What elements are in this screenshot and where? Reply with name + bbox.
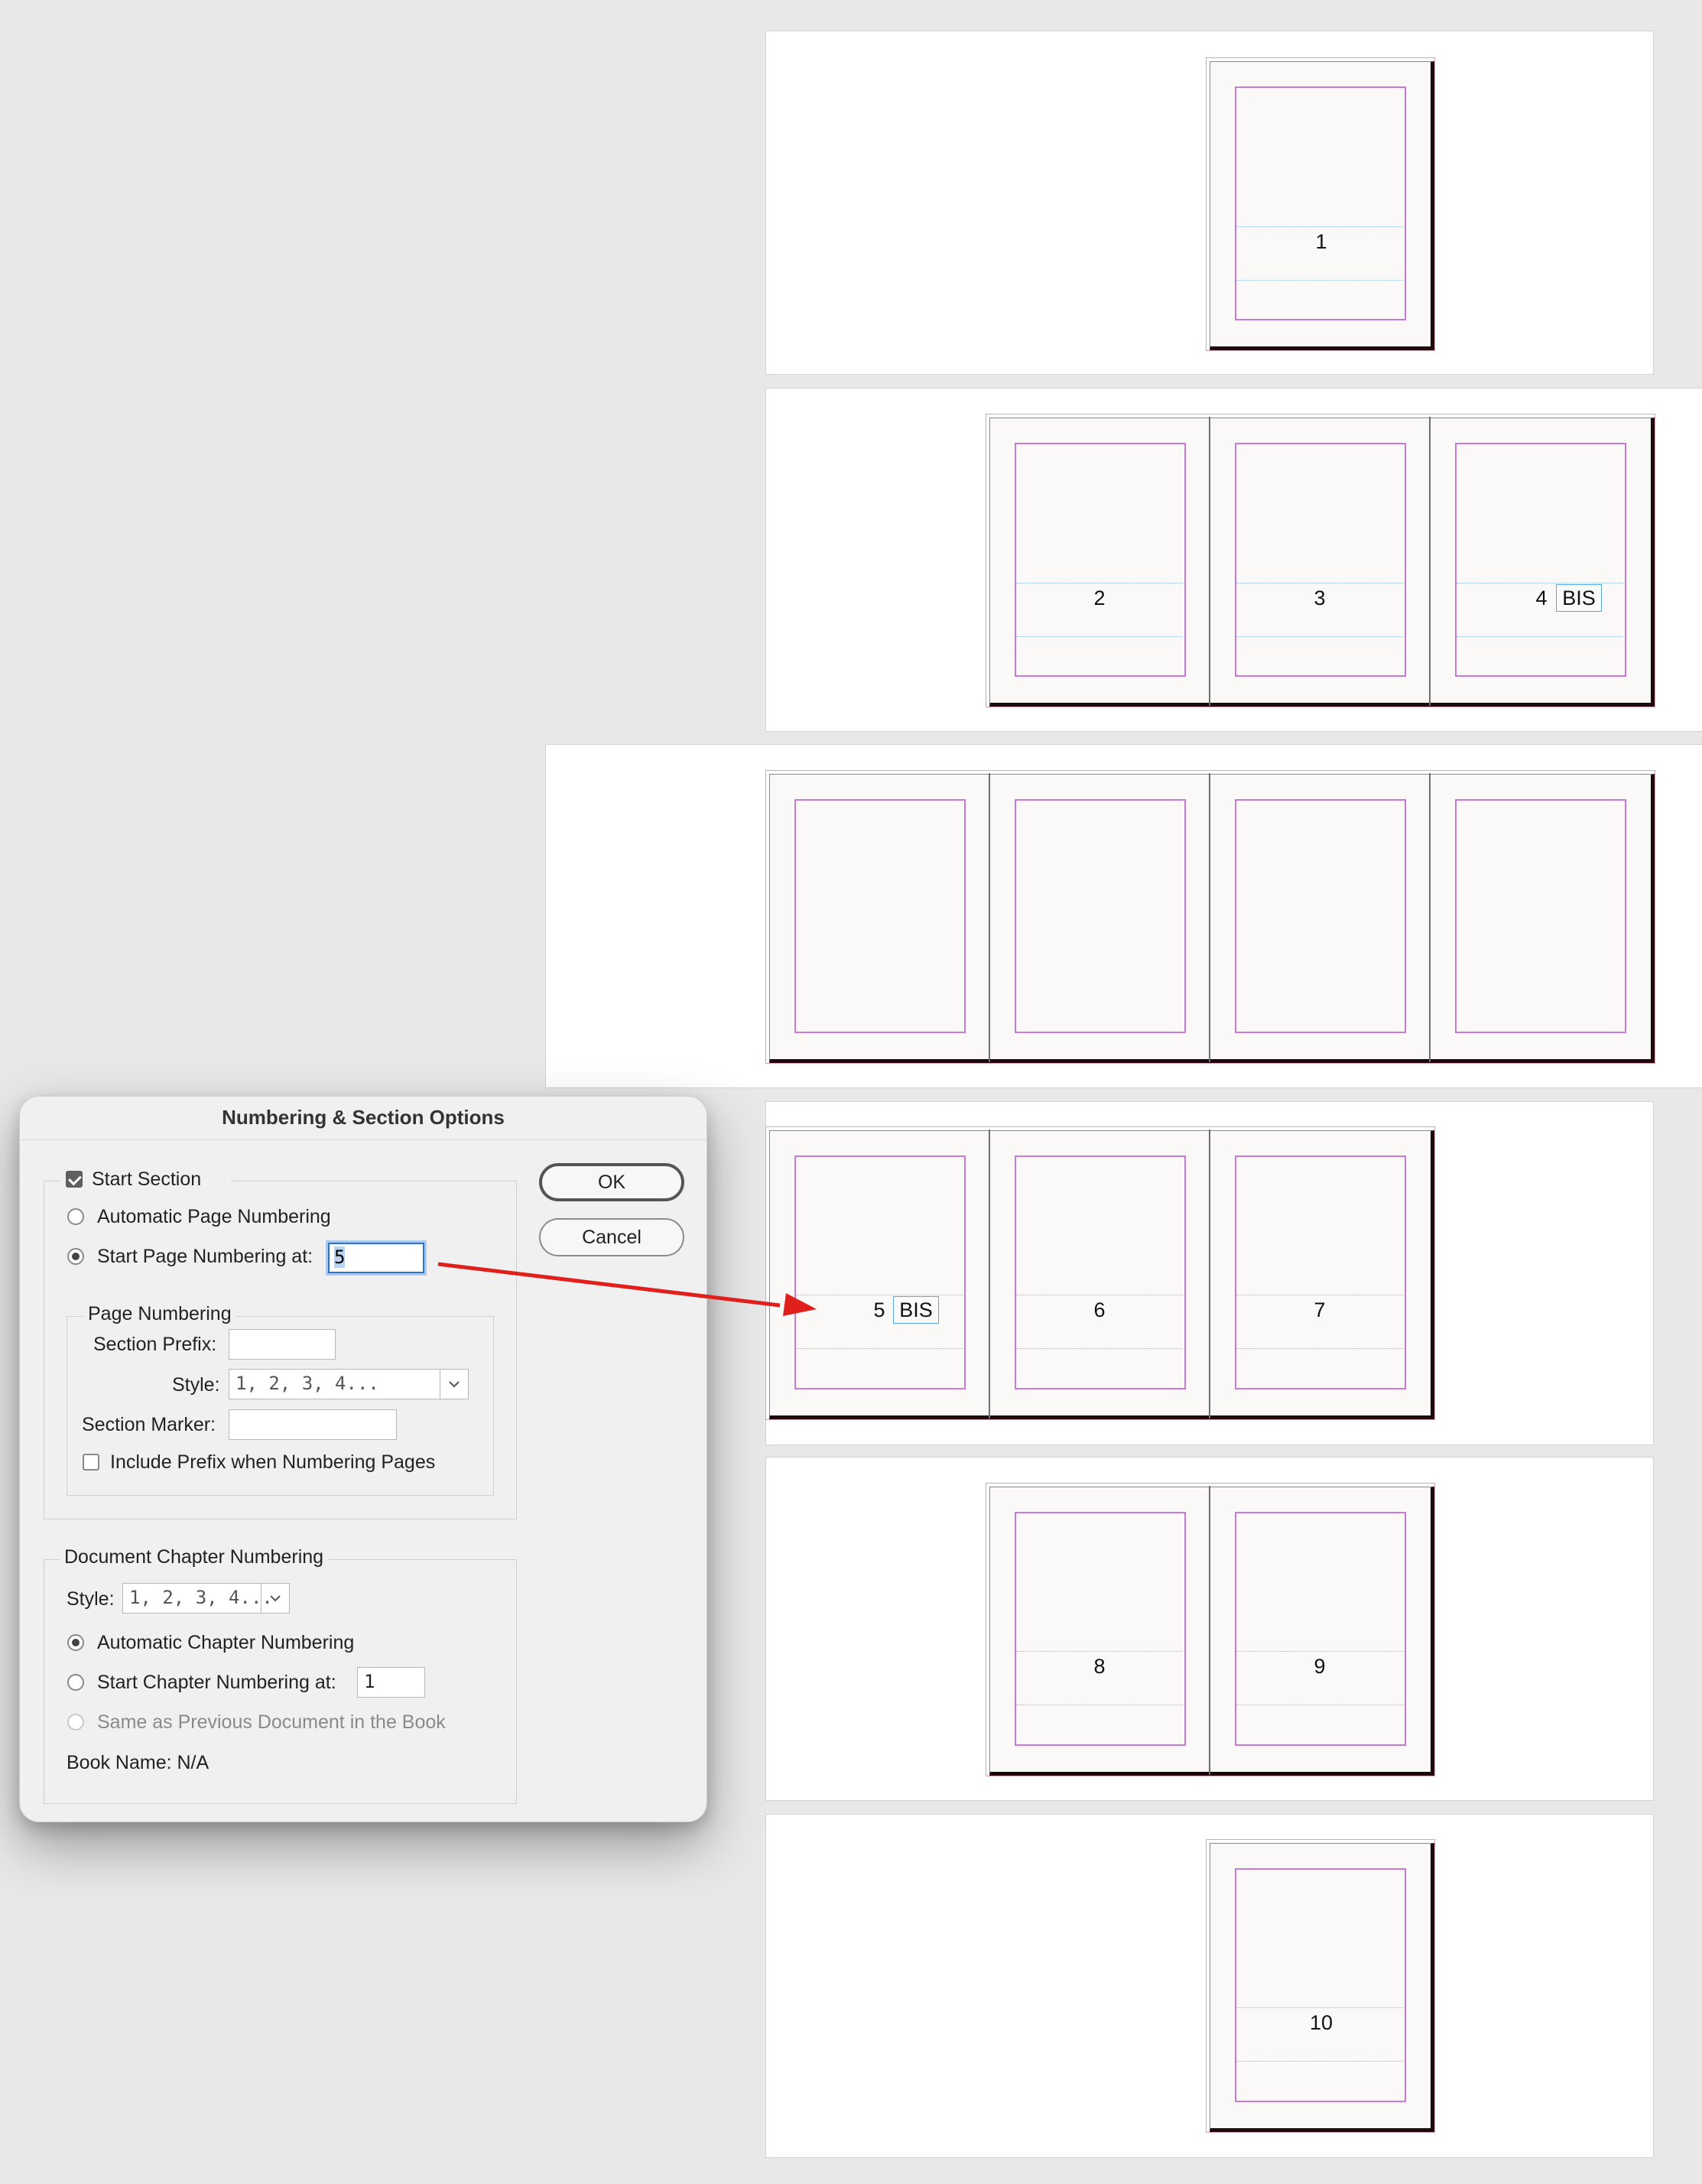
section-marker-field[interactable] <box>229 1409 397 1440</box>
cancel-button[interactable]: Cancel <box>539 1218 684 1256</box>
margin-guide <box>1235 799 1406 1033</box>
baseline-guide <box>1016 636 1183 637</box>
start-page-numbering-radio[interactable] <box>67 1248 84 1265</box>
margin-guide <box>1455 443 1626 677</box>
chevron-down-icon[interactable] <box>440 1370 468 1399</box>
section-prefix-label: Section Prefix: <box>93 1334 217 1355</box>
margin-guide <box>794 1155 966 1389</box>
start-section-legend[interactable]: Start Section <box>61 1167 231 1191</box>
margin-guide <box>1015 443 1186 677</box>
automatic-chapter-numbering-label: Automatic Chapter Numbering <box>97 1632 355 1653</box>
baseline-guide <box>1236 1651 1403 1652</box>
include-prefix-label: Include Prefix when Numbering Pages <box>110 1451 436 1473</box>
title-separator <box>20 1139 706 1140</box>
start-chapter-numbering-label: Start Chapter Numbering at: <box>97 1672 336 1693</box>
baseline-guide <box>1236 2007 1403 2008</box>
margin-guide <box>1235 1868 1406 2102</box>
margin-guide <box>1015 1155 1186 1389</box>
page-number: 1 <box>1315 230 1327 253</box>
page-style-value: 1, 2, 3, 4... <box>235 1373 379 1394</box>
section-prefix-field[interactable] <box>229 1329 336 1360</box>
baseline-guide <box>1236 280 1403 281</box>
page-style-select[interactable]: 1, 2, 3, 4... <box>229 1369 469 1399</box>
baseline-guide <box>1457 636 1623 637</box>
baseline-guide <box>1016 1348 1183 1349</box>
page-number: 9 <box>1314 1655 1326 1678</box>
page-number: 2 <box>1093 587 1106 609</box>
start-section-label: Start Section <box>92 1168 202 1190</box>
chapter-style-label: Style: <box>67 1588 115 1610</box>
page-number: 10 <box>1309 2011 1333 2034</box>
margin-guide <box>1015 799 1186 1033</box>
page-number: 6 <box>1093 1298 1106 1321</box>
page-numbering-legend: Page Numbering <box>83 1303 236 1325</box>
start-chapter-number-field[interactable]: 1 <box>357 1667 425 1698</box>
same-as-previous-radio[interactable] <box>67 1714 84 1731</box>
ok-button[interactable]: OK <box>539 1163 684 1201</box>
page-divider <box>1429 773 1431 1062</box>
margin-guide <box>1235 443 1406 677</box>
start-section-checkbox[interactable] <box>66 1171 83 1188</box>
baseline-guide <box>1016 1651 1183 1652</box>
page-number: 7 <box>1314 1298 1326 1321</box>
automatic-chapter-numbering-radio[interactable] <box>67 1634 84 1651</box>
dialog-title: Numbering & Section Options <box>222 1106 505 1129</box>
chevron-down-icon[interactable] <box>261 1584 289 1613</box>
page-divider <box>1429 417 1431 706</box>
page-divider <box>1209 1486 1210 1775</box>
margin-guide <box>1015 1512 1186 1746</box>
book-name-label: Book Name: N/A <box>67 1752 210 1773</box>
page-divider <box>1209 1129 1210 1419</box>
automatic-page-numbering-label: Automatic Page Numbering <box>97 1206 331 1227</box>
margin-guide <box>1455 799 1626 1033</box>
section-marker-label: Section Marker: <box>82 1414 216 1435</box>
page-divider <box>1209 773 1210 1062</box>
section-prefix-marker: BIS <box>893 1296 939 1324</box>
numbering-section-options-dialog: Numbering & Section Options OK Cancel St… <box>19 1096 707 1822</box>
baseline-guide <box>1236 2061 1403 2062</box>
baseline-guide <box>1236 1348 1403 1349</box>
chapter-style-value: 1, 2, 3, 4... <box>129 1587 273 1608</box>
baseline-guide <box>796 1348 963 1349</box>
include-prefix-checkbox[interactable] <box>83 1454 99 1471</box>
page-style-label: Style: <box>172 1374 220 1396</box>
page-divider <box>1209 417 1210 706</box>
automatic-page-numbering-radio[interactable] <box>67 1208 84 1225</box>
same-as-previous-label: Same as Previous Document in the Book <box>97 1711 446 1733</box>
chapter-style-select[interactable]: 1, 2, 3, 4... <box>122 1583 290 1614</box>
start-page-number-value: 5 <box>334 1246 346 1268</box>
page-divider <box>989 1129 990 1419</box>
baseline-guide <box>1236 636 1403 637</box>
margin-guide <box>1235 1155 1406 1389</box>
page-divider <box>989 773 990 1062</box>
margin-guide <box>794 799 966 1033</box>
start-chapter-numbering-radio[interactable] <box>67 1674 84 1691</box>
page-number: 3 <box>1314 587 1326 609</box>
start-page-number-field[interactable]: 5 <box>328 1243 424 1273</box>
start-page-numbering-label: Start Page Numbering at: <box>97 1246 313 1267</box>
chapter-numbering-legend: Document Chapter Numbering <box>60 1546 329 1568</box>
margin-guide <box>1235 1512 1406 1746</box>
page-number: 8 <box>1093 1655 1106 1678</box>
margin-guide <box>1235 86 1406 320</box>
section-prefix-marker: BIS <box>1556 584 1602 612</box>
baseline-guide <box>1236 226 1403 227</box>
